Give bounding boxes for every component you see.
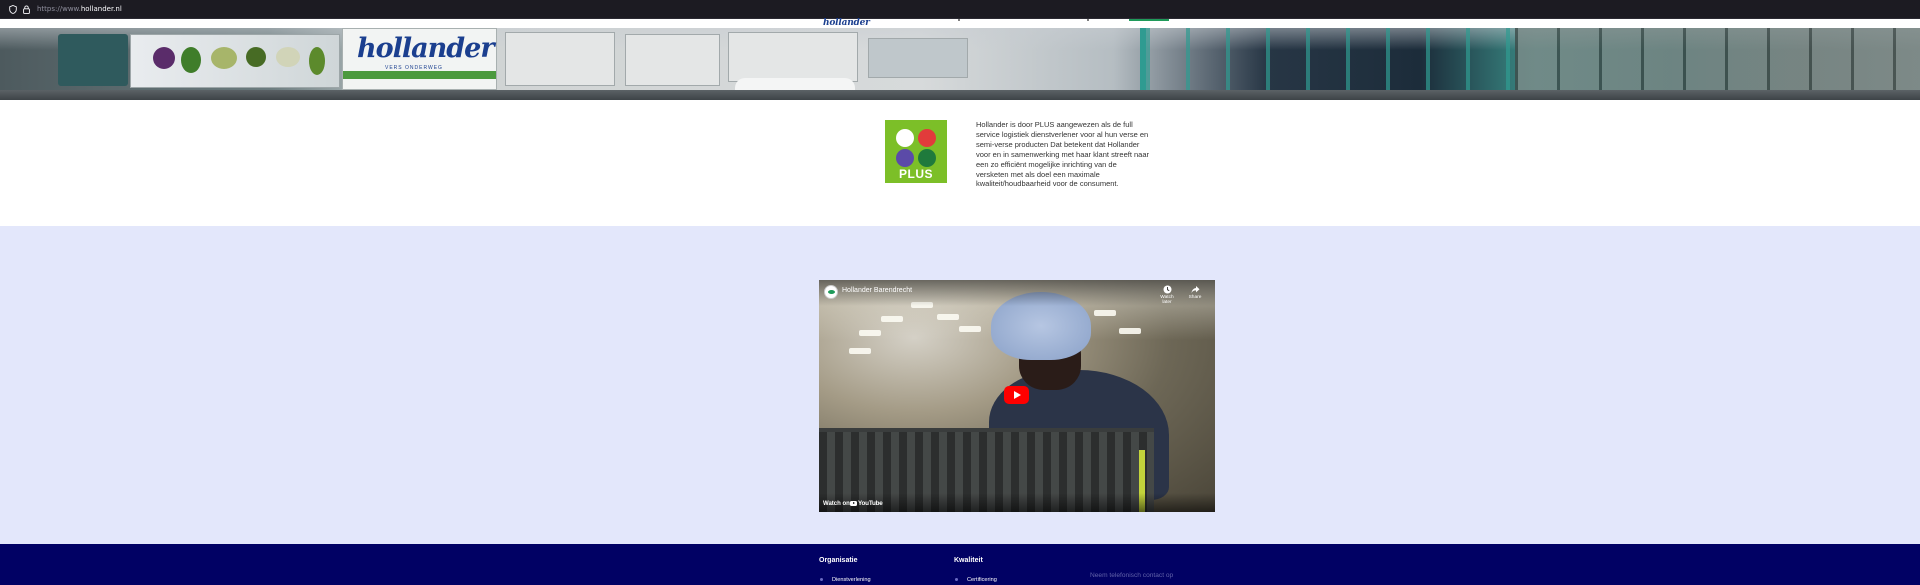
footer-link-certificering[interactable]: Certificering xyxy=(955,577,997,583)
nav-item-marker xyxy=(958,19,960,21)
plus-logo-dot-white xyxy=(896,129,914,147)
header-logo[interactable]: hollander xyxy=(823,18,870,28)
watch-later-label: Watch later xyxy=(1160,295,1174,305)
url-text[interactable]: https://www.hollander.nl xyxy=(37,5,122,13)
bullet-icon xyxy=(955,578,958,582)
ceiling-light xyxy=(937,314,959,320)
video-title[interactable]: Hollander Barendrecht xyxy=(842,287,912,294)
intro-section: PLUS Hollander is door PLUS aangewezen a… xyxy=(0,100,1920,226)
trailer-box xyxy=(728,32,858,82)
plus-logo-dot-green xyxy=(918,149,936,167)
trailer-box xyxy=(625,34,720,86)
vegetable-trailer xyxy=(130,34,340,88)
url-host: hollander.nl xyxy=(80,5,122,13)
shield-icon[interactable] xyxy=(8,4,18,14)
footer-contact-text[interactable]: Neem telefonisch contact op xyxy=(1090,572,1173,579)
youtube-icon xyxy=(850,501,857,506)
vegetable-graphic xyxy=(309,47,325,75)
footer-link-label: Dienstverlening xyxy=(832,577,871,583)
hero-banner-image: hollander VERS ONDERWEG xyxy=(0,28,1920,100)
share-button[interactable]: Share xyxy=(1183,285,1207,300)
trailer-green-band xyxy=(343,71,496,79)
footer-link-dienstverlening[interactable]: Dienstverlening xyxy=(820,577,871,583)
hollander-leaf-icon xyxy=(828,290,835,294)
vegetable-graphic xyxy=(153,47,175,69)
plus-logo-dot-purple xyxy=(896,149,914,167)
site-header: hollander xyxy=(0,18,1920,28)
youtube-wordmark: YouTube xyxy=(858,500,883,507)
video-section: Hollander Barendrecht Watch later Share … xyxy=(0,226,1920,544)
footer-link-label: Certificering xyxy=(967,577,997,583)
ceiling-light xyxy=(881,316,903,322)
plus-logo: PLUS xyxy=(885,120,947,183)
trailer-box xyxy=(505,32,615,86)
nav-item-marker xyxy=(1087,19,1089,21)
browser-url-bar[interactable]: https://www.hollander.nl xyxy=(0,0,1920,19)
ceiling-light xyxy=(959,326,981,332)
watch-later-button[interactable]: Watch later xyxy=(1155,285,1179,305)
nav-active-indicator xyxy=(1129,19,1169,21)
road-surface xyxy=(0,90,1920,100)
ceiling-light xyxy=(859,330,881,336)
share-label: Share xyxy=(1188,295,1202,300)
url-prefix: https://www. xyxy=(37,5,81,13)
truck-cab xyxy=(58,34,128,86)
youtube-logo[interactable]: YouTube xyxy=(850,500,883,507)
plus-logo-word: PLUS xyxy=(898,167,933,181)
ceiling-light xyxy=(849,348,871,354)
youtube-embed[interactable]: Hollander Barendrecht Watch later Share … xyxy=(819,280,1215,512)
vegetable-graphic xyxy=(246,47,266,67)
channel-avatar[interactable] xyxy=(824,285,838,299)
play-icon xyxy=(1014,391,1021,399)
play-button[interactable] xyxy=(1004,386,1029,404)
vegetable-graphic xyxy=(211,47,237,69)
plus-logo-dot-red xyxy=(918,129,936,147)
ceiling-light xyxy=(1119,328,1141,334)
watch-on-youtube-bar[interactable]: Watch on YouTube xyxy=(819,493,1215,512)
site-footer: Organisatie Dienstverlening Kwaliteit Ce… xyxy=(0,544,1920,585)
ceiling-light xyxy=(1094,310,1116,316)
bullet-icon xyxy=(820,578,823,582)
footer-heading-organisatie: Organisatie xyxy=(819,557,858,564)
hollander-trailer: hollander VERS ONDERWEG xyxy=(342,28,497,90)
share-icon xyxy=(1191,286,1199,293)
intro-paragraph: Hollander is door PLUS aangewezen als de… xyxy=(976,120,1150,189)
footer-heading-kwaliteit: Kwaliteit xyxy=(954,557,983,564)
trailer-brand-text: hollander xyxy=(357,33,495,64)
vegetable-graphic xyxy=(181,47,201,73)
clock-icon xyxy=(1163,285,1171,294)
vegetable-graphic xyxy=(276,47,300,67)
watch-on-label: Watch on xyxy=(823,501,850,507)
trailer-box xyxy=(868,38,968,78)
lock-icon[interactable] xyxy=(21,4,31,14)
